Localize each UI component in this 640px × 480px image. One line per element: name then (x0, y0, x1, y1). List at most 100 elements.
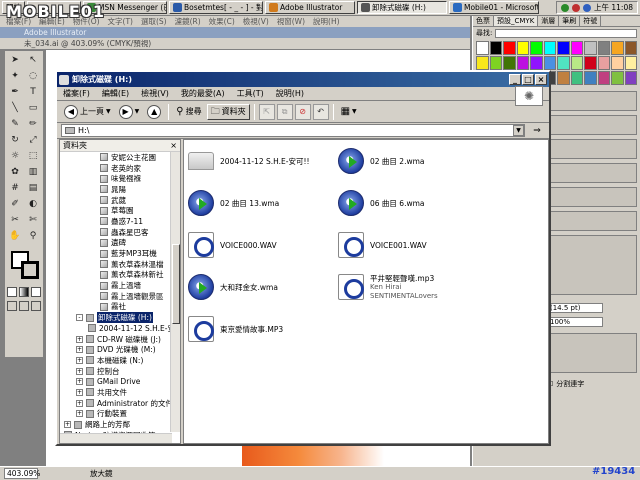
expand-icon[interactable]: + (76, 388, 83, 396)
search-button[interactable]: ⚲ 搜尋 (173, 104, 204, 120)
file-item[interactable]: 2004-11-12 S.H.E-安可!! (188, 146, 358, 176)
tree-item[interactable]: 藍芽MP3耳機 (60, 248, 180, 259)
menu-select[interactable]: 選取(S) (141, 16, 167, 27)
close-icon[interactable]: × (170, 141, 177, 150)
mesh-tool-icon[interactable]: # (7, 181, 23, 195)
tree-item[interactable]: 老英的家 (60, 163, 180, 174)
type-tool-icon[interactable]: T (25, 85, 41, 99)
menu-tools[interactable]: 工具(T) (237, 88, 264, 99)
tree-item[interactable]: + 本機磁碟 (N:) (60, 355, 180, 366)
slice-tool-icon[interactable]: ✂ (7, 213, 23, 227)
color-mode-button[interactable] (7, 287, 17, 297)
gradient-tool-icon[interactable]: ▤ (25, 181, 41, 195)
tree-item[interactable]: + CD-RW 磁碟機 (J:) (60, 334, 180, 345)
screen-mode-1[interactable] (7, 301, 17, 311)
tree-item[interactable]: + 控制台 (60, 366, 180, 377)
menu-help[interactable]: 說明(H) (276, 88, 304, 99)
menu-window[interactable]: 視窗(W) (277, 16, 305, 27)
symbol-sprayer-icon[interactable]: ✿ (7, 165, 23, 179)
menu-view[interactable]: 檢視(V) (141, 88, 169, 99)
menu-view[interactable]: 檢視(V) (243, 16, 269, 27)
tree-item[interactable]: 晁陽 (60, 184, 180, 195)
move-to-icon[interactable]: ⇱ (258, 103, 275, 120)
leading-field[interactable]: (14.5 pt) (547, 303, 603, 313)
forward-button[interactable]: ▶ ▼ (116, 104, 143, 120)
tree-item[interactable]: 安妮公主花園 (60, 152, 180, 163)
tray-icon[interactable] (561, 3, 569, 12)
color-swatch[interactable] (624, 71, 637, 85)
hand-tool-icon[interactable]: ✋ (7, 229, 23, 243)
tree-item[interactable]: + Administrator 的文件 (60, 398, 180, 409)
line-tool-icon[interactable]: ╲ (7, 101, 23, 115)
tree-item[interactable]: - 卸除式磁碟 (H:) (60, 312, 180, 324)
color-swatch[interactable] (489, 41, 502, 55)
views-button[interactable]: ▦ ▼ (338, 104, 360, 120)
tree-item[interactable]: + 共用文件 (60, 387, 180, 398)
color-swatch[interactable] (584, 41, 597, 55)
tab-symbols[interactable]: 符號 (580, 16, 602, 26)
tab-gradient[interactable]: 漸層 (538, 16, 560, 26)
tree-item[interactable]: 薰衣草森林溫檔 (60, 259, 180, 270)
tree-item[interactable]: 霧上溫墻 (60, 280, 180, 291)
up-button[interactable]: ▲ (144, 104, 164, 120)
maximize-button[interactable]: □ (522, 74, 534, 85)
tree-item[interactable]: 蟲森星巴客 (60, 227, 180, 238)
menu-help[interactable]: 說明(H) (313, 16, 340, 27)
expand-icon[interactable]: + (76, 367, 83, 375)
copy-to-icon[interactable]: ⧉ (276, 103, 293, 120)
collapse-icon[interactable]: - (76, 314, 83, 322)
screen-mode-3[interactable] (31, 301, 41, 311)
free-transform-icon[interactable]: ⬚ (25, 149, 41, 163)
tray-icon[interactable] (572, 3, 580, 12)
tree-item[interactable]: + DVD 光碟機 (M:) (60, 344, 180, 355)
tree-item[interactable]: 蠱惑7-11 (60, 216, 180, 227)
go-icon[interactable]: ⇒ (529, 126, 545, 136)
tree-item[interactable]: 薰衣草森林新社 (60, 270, 180, 281)
tree-item[interactable]: 2004-11-12 S.H.E-安可 (60, 323, 180, 334)
expand-icon[interactable]: + (76, 346, 83, 354)
file-item[interactable]: 大和拜金女.wma (188, 272, 358, 302)
file-item[interactable]: 02 曲目 2.wma (338, 146, 508, 176)
minimize-button[interactable]: _ (509, 74, 521, 85)
menu-effect[interactable]: 效果(C) (209, 16, 235, 27)
scale-field[interactable]: 100% (547, 317, 603, 327)
color-swatch[interactable] (624, 41, 637, 55)
menu-file[interactable]: 檔案(F) (63, 88, 90, 99)
expand-icon[interactable]: + (76, 356, 83, 364)
taskbar-button-illustrator[interactable]: Adobe Illustrator (265, 1, 355, 14)
color-swatch[interactable] (584, 71, 597, 85)
screen-mode-2[interactable] (19, 301, 29, 311)
file-item[interactable]: 06 曲目 6.wma (338, 188, 508, 218)
back-button[interactable]: ◀ 上一頁 ▼ (61, 104, 114, 120)
tree-scrollbar[interactable] (170, 152, 180, 432)
tab-preset-cmyk[interactable]: 預設_CMYK (494, 16, 539, 26)
rectangle-tool-icon[interactable]: ▭ (25, 101, 41, 115)
taskbar-button-chat[interactable]: Bosetmtes[ - _ - ] - 對話 (169, 1, 263, 14)
tree-hscrollbar[interactable] (60, 433, 172, 443)
color-swatch[interactable] (489, 56, 502, 70)
tree-item[interactable]: 武葳 (60, 195, 180, 206)
color-swatch[interactable] (611, 41, 624, 55)
expand-icon[interactable]: + (76, 378, 83, 386)
file-item[interactable]: 平井堅輕聲嘆.mp3 Ken Hirai SENTIMENTALovers (338, 272, 508, 302)
tree-item[interactable]: 遺碑 (60, 238, 180, 249)
color-swatch[interactable] (543, 41, 556, 55)
file-item[interactable]: 02 曲目 13.wma (188, 188, 358, 218)
file-item[interactable]: VOICE000.WAV (188, 230, 358, 260)
file-item[interactable]: VOICE001.WAV (338, 230, 508, 260)
taskbar-button-explorer[interactable]: 卸除式磁碟 (H:) (357, 1, 447, 14)
menu-filter[interactable]: 濾鏡(R) (175, 16, 201, 27)
expand-icon[interactable]: + (64, 421, 71, 429)
scissors-icon[interactable]: ✄ (25, 213, 41, 227)
expand-icon[interactable]: + (76, 399, 83, 407)
color-swatch[interactable] (557, 41, 570, 55)
scroll-thumb[interactable] (172, 244, 180, 324)
tree-item[interactable]: 草莓園 (60, 205, 180, 216)
direct-select-tool-icon[interactable]: ↖ (25, 53, 41, 67)
folders-button[interactable]: 🗀 資料夾 (206, 103, 250, 120)
stroke-swatch[interactable] (21, 261, 39, 279)
color-swatch[interactable] (543, 56, 556, 70)
color-swatch[interactable] (570, 41, 583, 55)
color-swatch[interactable] (597, 41, 610, 55)
tree-item[interactable]: + 行動裝置 (60, 409, 180, 420)
